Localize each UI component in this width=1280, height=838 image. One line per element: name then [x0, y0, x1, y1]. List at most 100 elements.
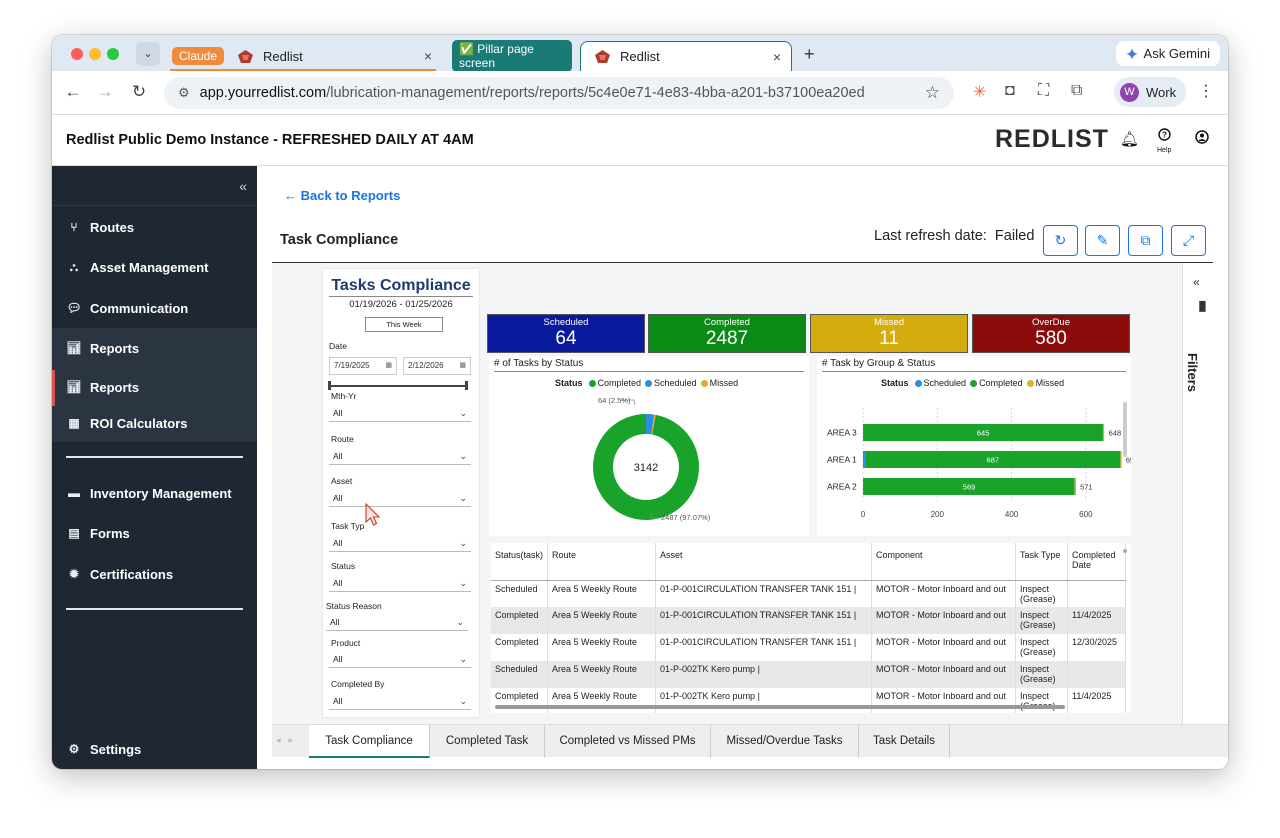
- screenshot-icon[interactable]: ⛶: [1038, 82, 1049, 100]
- status-reason-dropdown[interactable]: All ⌄: [326, 614, 468, 631]
- sidebar-item-certifications[interactable]: ✹ Certifications: [52, 555, 257, 593]
- sidebar-item-settings[interactable]: ⚙ Settings: [52, 730, 257, 768]
- task-type-dropdown[interactable]: All ⌄: [329, 535, 471, 552]
- table-row[interactable]: Completed Area 5 Weekly Route 01-P-001CIRC…: [491, 607, 1127, 634]
- tab-task-compliance[interactable]: Task Compliance: [309, 725, 430, 758]
- maximize-window-button[interactable]: [107, 48, 119, 60]
- sidebar-divider: [66, 456, 243, 458]
- chart-scrollbar[interactable]: [1123, 402, 1127, 457]
- date-from-input[interactable]: 7/19/2025 ▦: [329, 357, 397, 375]
- expand-icon: ⤢: [1182, 232, 1195, 248]
- back-to-reports-link[interactable]: ← Back to Reports: [284, 188, 400, 203]
- sidebar-item-reports[interactable]: 📊︎ Reports: [52, 329, 257, 367]
- edit-button[interactable]: ✎: [1085, 225, 1120, 256]
- expand-filters-icon[interactable]: «: [1193, 275, 1200, 289]
- completed-by-dropdown[interactable]: All ⌄: [329, 693, 471, 710]
- brand-logo[interactable]: REDLIST: [995, 125, 1109, 154]
- camera-icon[interactable]: ◘: [1005, 82, 1015, 100]
- table-row[interactable]: Completed Area 5 Weekly Route 01-P-002TK K…: [491, 688, 1127, 713]
- tab-completed-task[interactable]: Completed Task: [430, 725, 545, 758]
- profile-button[interactable]: W Work: [1114, 77, 1187, 107]
- tab-missed-overdue[interactable]: Missed/Overdue Tasks: [711, 725, 859, 758]
- chevron-down-icon: ⌄: [459, 493, 467, 503]
- calendar-icon[interactable]: ▦: [385, 358, 392, 374]
- donut-center-label: 3142: [634, 462, 658, 474]
- table-header-row: Status(task) Route Asset Component Task …: [491, 543, 1127, 581]
- table-row[interactable]: Scheduled Area 5 Weekly Route 01-P-001CIRC…: [491, 580, 1127, 607]
- minimize-window-button[interactable]: [89, 48, 101, 60]
- table-row[interactable]: Scheduled Area 5 Weekly Route 01-P-002TK K…: [491, 661, 1127, 688]
- claude-extension-icon[interactable]: ✳: [973, 82, 986, 102]
- kpi-missed[interactable]: Missed 11: [810, 314, 968, 353]
- product-dropdown[interactable]: All ⌄: [329, 651, 471, 668]
- browser-menu-icon[interactable]: ⋮: [1198, 81, 1214, 101]
- collapse-sidebar-icon[interactable]: «: [239, 178, 247, 194]
- sidebar-item-reports-sub[interactable]: 📊︎ Reports: [52, 368, 257, 406]
- kpi-completed[interactable]: Completed 2487: [648, 314, 806, 353]
- sidebar-item-asset-management[interactable]: ⛬ Asset Management: [52, 248, 257, 286]
- duplicate-button[interactable]: ⧉: [1128, 225, 1163, 256]
- address-bar[interactable]: ⚙ app.yourredlist.com/lubrication-manage…: [164, 77, 954, 109]
- tab-group-claude[interactable]: Claude: [172, 47, 225, 65]
- bar-segment-missed[interactable]: [1102, 424, 1105, 441]
- user-account-icon[interactable]: [1195, 130, 1209, 148]
- table-row[interactable]: Completed Area 5 Weekly Route 01-P-001CIRC…: [491, 634, 1127, 661]
- sidebar-item-roi-calculators[interactable]: ▦ ROI Calculators: [52, 404, 257, 442]
- date-range-slider[interactable]: [329, 385, 467, 387]
- column-header-status[interactable]: Status(task): [491, 543, 549, 581]
- range-start-handle[interactable]: [328, 381, 331, 390]
- sidebar-item-forms[interactable]: ▤ Forms: [52, 514, 257, 552]
- forward-arrow-icon[interactable]: →: [94, 82, 116, 102]
- this-week-button[interactable]: This Week: [365, 317, 443, 332]
- kpi-scheduled[interactable]: Scheduled 64: [487, 314, 645, 353]
- column-header-task-type[interactable]: Task Type: [1015, 543, 1069, 581]
- tab-title: Redlist: [620, 49, 660, 64]
- page-title: Task Compliance: [280, 232, 399, 248]
- tab-group-pillar-page[interactable]: ✅ Pillar page screen: [452, 40, 572, 72]
- calendar-icon[interactable]: ▦: [459, 358, 466, 374]
- date-to-input[interactable]: 2/12/2026 ▦: [403, 357, 471, 375]
- filters-pane[interactable]: « ▐▌ Filters: [1182, 263, 1213, 724]
- donut-chart-visual[interactable]: # of Tasks by Status Status Completed Sc…: [489, 356, 809, 536]
- table-vertical-scrollbar[interactable]: [1123, 549, 1127, 553]
- bar-segment-missed[interactable]: [1074, 478, 1076, 495]
- sidebar-item-inventory[interactable]: ▬ Inventory Management: [52, 474, 257, 512]
- bar-segment-missed[interactable]: [1120, 451, 1122, 468]
- reload-icon[interactable]: ↻: [128, 82, 150, 102]
- page-nav-arrows-icon[interactable]: ◂▸: [276, 735, 301, 746]
- back-arrow-icon[interactable]: ←: [62, 82, 84, 102]
- extensions-puzzle-icon[interactable]: ⧉: [1071, 82, 1082, 100]
- refresh-button[interactable]: ↻: [1043, 225, 1078, 256]
- column-header-component[interactable]: Component: [871, 543, 1017, 581]
- ask-gemini-button[interactable]: Ask Gemini: [1115, 41, 1220, 66]
- tab-completed-vs-missed[interactable]: Completed vs Missed PMs: [545, 725, 711, 758]
- browser-tab-redlist-active[interactable]: Redlist ×: [580, 41, 792, 71]
- range-end-handle[interactable]: [465, 381, 468, 390]
- bell-icon[interactable]: 🔔︎: [1120, 130, 1139, 148]
- browser-tab-redlist-1[interactable]: Claude Redlist ×: [170, 41, 442, 71]
- column-header-asset[interactable]: Asset: [655, 543, 873, 581]
- asset-dropdown[interactable]: All ⌄: [329, 490, 471, 507]
- help-icon[interactable]: ?: [1158, 128, 1171, 145]
- bar-chart-visual[interactable]: # Task by Group & Status Status Schedule…: [817, 356, 1131, 536]
- browser-tab-pillar-page[interactable]: ✅ Pillar page screen: [450, 40, 572, 72]
- tab-task-details[interactable]: Task Details: [859, 725, 950, 758]
- mth-yr-dropdown[interactable]: All ⌄: [329, 405, 471, 422]
- new-tab-button[interactable]: +: [804, 44, 815, 65]
- fullscreen-button[interactable]: ⤢: [1171, 225, 1206, 256]
- sidebar-item-routes[interactable]: ⑂ Routes: [52, 208, 257, 246]
- tab-search-button[interactable]: ⌄: [136, 42, 160, 66]
- bar-segment-scheduled[interactable]: [863, 451, 866, 468]
- table-horizontal-scrollbar[interactable]: [495, 705, 1065, 709]
- status-dropdown[interactable]: All ⌄: [329, 575, 471, 592]
- close-tab-icon[interactable]: ×: [424, 48, 432, 64]
- route-dropdown[interactable]: All ⌄: [329, 448, 471, 465]
- close-window-button[interactable]: [71, 48, 83, 60]
- site-info-icon[interactable]: ⚙: [178, 85, 190, 101]
- column-header-completed-date[interactable]: Completed Date: [1067, 543, 1127, 581]
- bookmark-star-icon[interactable]: ☆: [925, 83, 940, 103]
- kpi-overdue[interactable]: OverDue 580: [972, 314, 1130, 353]
- sidebar-item-communication[interactable]: 💬︎ Communication: [52, 289, 257, 327]
- column-header-route[interactable]: Route: [547, 543, 657, 581]
- close-tab-icon[interactable]: ×: [773, 49, 781, 65]
